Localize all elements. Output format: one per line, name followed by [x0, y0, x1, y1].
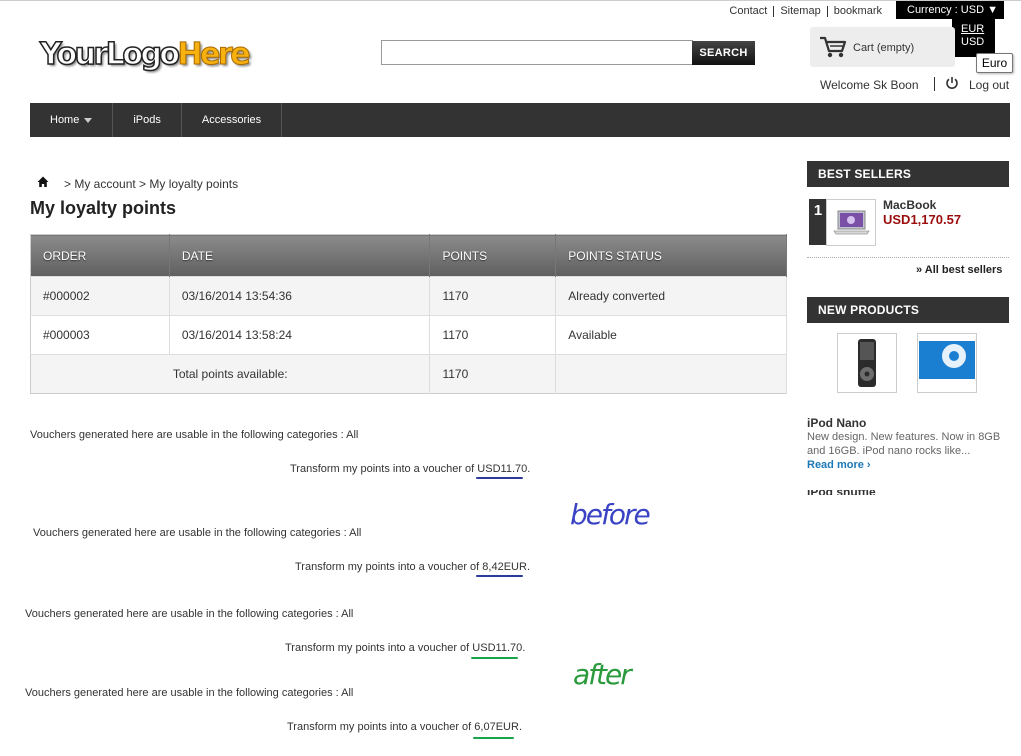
column-header-points: POINTS [429, 234, 557, 277]
annotation-underline [471, 657, 518, 659]
search-button[interactable]: SEARCH [692, 41, 755, 65]
main-nav: Home iPods Accessories [30, 103, 1010, 137]
voucher-value[interactable]: 6,07EUR [474, 721, 519, 733]
table-header-row: ORDER DATE POINTS POINTS STATUS [30, 234, 787, 277]
logout-link[interactable]: Log out [969, 78, 1009, 92]
nav-item-ipods[interactable]: iPods [113, 103, 182, 137]
product-name[interactable]: MacBook [883, 198, 936, 212]
caret-down-icon: ▼ [987, 4, 998, 16]
loyalty-points-table: ORDER DATE POINTS POINTS STATUS #000002 … [30, 234, 787, 394]
total-label: Total points available: [30, 354, 431, 394]
transform-prefix: Transform my points into a voucher of [285, 642, 470, 654]
contact-link[interactable]: Contact [723, 6, 775, 17]
top-border [0, 0, 1021, 1]
voucher-transform-text: Transform my points into a voucher of 8,… [295, 561, 530, 573]
annotation-underline [476, 477, 523, 479]
date-cell: 03/16/2014 13:58:24 [169, 315, 431, 355]
points-cell: 1170 [429, 276, 557, 316]
cart-block[interactable]: Cart (empty) [810, 27, 955, 67]
breadcrumb: > My account > My loyalty points [64, 177, 239, 191]
welcome-text: Welcome Sk Boon [820, 78, 919, 92]
ipod-nano-image [858, 339, 876, 387]
nav-item-label: Accessories [201, 114, 262, 126]
divider [934, 77, 935, 91]
power-icon[interactable] [945, 76, 959, 90]
product-price: USD1,170.57 [883, 212, 962, 227]
annotation-after: after [573, 658, 632, 691]
search-input[interactable] [381, 40, 693, 65]
product-thumbnail-macbook[interactable] [826, 199, 876, 246]
currency-option-usd[interactable]: USD [961, 36, 995, 49]
divider [807, 257, 1009, 258]
table-row: #000002 03/16/2014 13:54:36 1170 Already… [30, 276, 787, 316]
page-title: My loyalty points [30, 198, 177, 218]
voucher-transform-text: Transform my points into a voucher of 6,… [287, 721, 522, 733]
new-product-description: New design. New features. Now in 8GB and… [807, 431, 1001, 457]
logo-text-2: Here [177, 37, 251, 73]
currency-selector[interactable]: Currency : USD ▼ [896, 1, 1004, 19]
voucher-categories-text: Vouchers generated here are usable in th… [33, 527, 362, 539]
read-more-label: Read more [807, 459, 864, 471]
table-row: #000003 03/16/2014 13:58:24 1170 Availab… [30, 315, 787, 355]
home-icon[interactable] [37, 176, 49, 188]
nav-item-label: iPods [133, 114, 161, 126]
status-cell: Already converted [555, 276, 787, 316]
annotation-underline [476, 575, 523, 577]
bookmark-link[interactable]: bookmark [828, 6, 888, 17]
voucher-categories-text: Vouchers generated here are usable in th… [30, 429, 359, 441]
logo-text-1: YourLogo [39, 36, 181, 73]
transform-prefix: Transform my points into a voucher of [287, 721, 472, 733]
caret-down-icon [84, 117, 93, 123]
points-cell: 1170 [429, 315, 557, 355]
cart-label: Cart (empty) [853, 42, 915, 54]
all-best-sellers-link[interactable]: » All best sellers [916, 264, 1002, 276]
currency-option-eur[interactable]: EUR [961, 23, 995, 36]
ipod-shuffle-image [919, 341, 975, 379]
voucher-categories-text: Vouchers generated here are usable in th… [25, 687, 354, 699]
empty-cell [555, 354, 787, 394]
new-products-heading: NEW PRODUCTS [807, 297, 1009, 323]
shopping-cart-icon [820, 36, 847, 58]
voucher-categories-text: Vouchers generated here are usable in th… [25, 608, 354, 620]
nav-item-home[interactable]: Home [30, 103, 114, 137]
table-total-row: Total points available: 1170 [30, 354, 787, 394]
top-links: Contact Sitemap bookmark [723, 6, 888, 17]
new-product-name[interactable]: iPod Nano [807, 416, 866, 430]
currency-dropdown: EUR USD [952, 19, 995, 57]
column-header-date: DATE [169, 234, 431, 277]
annotation-before: before [570, 498, 651, 531]
order-cell: #000003 [30, 315, 170, 355]
column-header-status: POINTS STATUS [555, 234, 787, 277]
nav-item-label: Home [50, 114, 80, 126]
logo[interactable]: YourLogoHere [39, 36, 251, 73]
product-thumbnail-ipod-shuffle[interactable] [917, 333, 977, 393]
currency-label: Currency : USD [907, 4, 985, 16]
laptop-image [833, 210, 870, 235]
total-value: 1170 [429, 354, 557, 394]
order-cell: #000002 [30, 276, 170, 316]
annotation-underline [473, 737, 514, 739]
date-cell: 03/16/2014 13:54:36 [169, 276, 431, 316]
currency-tooltip: Euro [976, 53, 1013, 73]
voucher-value[interactable]: USD11.70 [472, 642, 522, 654]
best-sellers-heading: BEST SELLERS [807, 161, 1009, 187]
column-header-order: ORDER [30, 234, 170, 277]
nav-item-accessories[interactable]: Accessories [182, 103, 283, 137]
transform-prefix: Transform my points into a voucher of [295, 561, 480, 573]
voucher-transform-text: Transform my points into a voucher of US… [285, 642, 526, 654]
rank-badge: 1 [809, 199, 827, 245]
voucher-transform-text: Transform my points into a voucher of US… [290, 463, 531, 475]
voucher-value[interactable]: USD11.70 [477, 463, 527, 475]
status-cell: Available [555, 315, 787, 355]
chevron-right-icon: › [866, 459, 871, 471]
transform-prefix: Transform my points into a voucher of [290, 463, 475, 475]
product-thumbnail-ipod-nano[interactable] [837, 333, 897, 393]
read-more-link[interactable]: Read more › [807, 459, 871, 471]
voucher-value[interactable]: 8,42EUR [482, 561, 527, 573]
sitemap-link[interactable]: Sitemap [774, 6, 828, 17]
next-product-name-clipped: iPod shuffle [807, 490, 877, 495]
